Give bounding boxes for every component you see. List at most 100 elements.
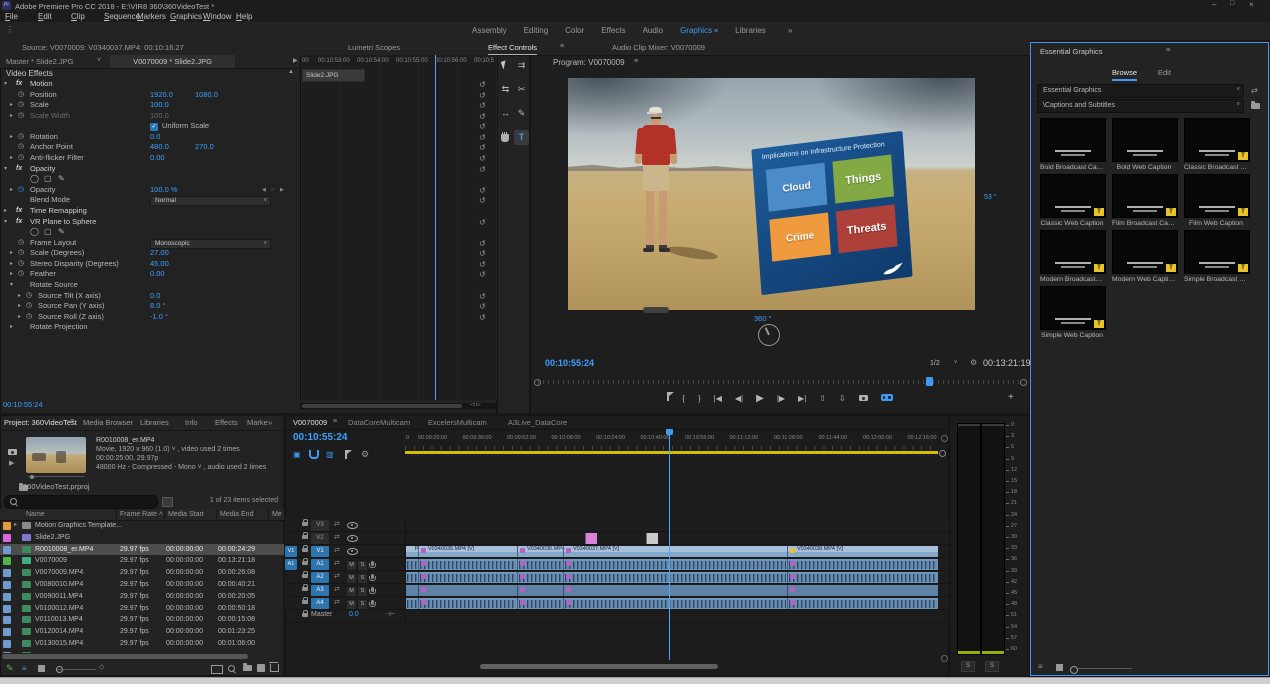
label-color-swatch[interactable] <box>3 557 11 566</box>
sync-lock-icon[interactable]: ⇄ <box>334 533 340 541</box>
play-button[interactable]: ▶ <box>756 392 764 406</box>
lock-toggle[interactable] <box>302 584 308 591</box>
mute-button[interactable]: M <box>346 559 357 571</box>
tool-type[interactable]: T <box>514 130 529 145</box>
uniform-scale-checkbox[interactable]: ✓ <box>150 122 158 131</box>
thumbnail-view-icon[interactable] <box>1056 664 1063 671</box>
close-button[interactable]: × <box>1249 0 1254 9</box>
project-tab-1[interactable]: Media Browser <box>83 418 133 427</box>
source-patch-V1[interactable]: V1 <box>285 545 297 557</box>
project-hscrollbar[interactable] <box>2 654 248 659</box>
clip-audio[interactable] <box>405 571 418 583</box>
item-name[interactable]: V0070009 <box>35 555 67 567</box>
program-scrubber[interactable] <box>534 377 1027 386</box>
item-name[interactable]: R0010008_er.MP4 <box>35 544 93 556</box>
track-name-A3[interactable]: A3 <box>311 584 329 596</box>
template-thumbnail[interactable]: T <box>1040 286 1106 330</box>
solo-button[interactable]: S <box>357 559 368 571</box>
clip-audio[interactable] <box>418 597 517 609</box>
stopwatch-icon[interactable]: ◷ <box>26 312 32 323</box>
clip-video[interactable]: V0340035.MP4 [V] <box>418 545 517 557</box>
stopwatch-icon[interactable]: ◷ <box>18 185 24 196</box>
sync-lock-icon[interactable]: ⇄ <box>334 520 340 528</box>
keyframe-add-icon[interactable]: ○ <box>271 185 274 196</box>
ec-subsection-label[interactable]: Rotate Projection <box>30 322 88 333</box>
label-color-swatch[interactable] <box>3 522 11 530</box>
ec-row-Uniform Scale[interactable]: ✓ Uniform Scale ↺ <box>0 121 497 132</box>
ec-value[interactable]: 100.0 <box>150 100 169 111</box>
delete-icon[interactable] <box>269 662 279 672</box>
clip-audio[interactable] <box>563 571 787 583</box>
menu-graphics[interactable]: Graphics <box>170 12 202 21</box>
clip-graphic[interactable] <box>646 532 658 544</box>
tool-selection[interactable] <box>498 58 513 73</box>
twirl-icon[interactable]: ▾ <box>4 79 7 90</box>
voiceover-mic-icon[interactable] <box>369 600 376 607</box>
track-name-A2[interactable]: A2 <box>311 571 329 583</box>
clip-audio[interactable] <box>787 597 938 609</box>
master-level-value[interactable]: 0.0 <box>349 611 359 618</box>
clip-audio[interactable] <box>517 597 563 609</box>
template-item[interactable]: T Simple Broadcast Capti... <box>1184 230 1250 283</box>
icon-view-icon[interactable] <box>38 665 45 672</box>
column-frame-rate[interactable]: Frame Rate ˄ <box>120 511 163 518</box>
ec-row-Motion[interactable]: ▾ fx Motion ↺ <box>0 79 497 90</box>
project-row[interactable]: V0070009 29.97 fps 00:00:00:00 00:13:21:18 <box>0 555 284 567</box>
template-item[interactable]: T Modern Broadcast Capt... <box>1040 230 1106 283</box>
ec-row-Source Pan (Y axis)[interactable]: ▸ ◷ Source Pan (Y axis) 8.0 ° ↺ <box>0 301 497 312</box>
project-tabs-overflow[interactable]: » <box>268 418 272 427</box>
panel-tab-0[interactable]: Source: V0070009: V0340037.MP4: 00:10:16… <box>22 43 184 52</box>
ec-row-Scale Width[interactable]: ▸ ◷ Scale Width 100.0 ↺ <box>0 111 497 122</box>
ec-row-Source Tilt (X axis)[interactable]: ▸ ◷ Source Tilt (X axis) 0.0 ↺ <box>0 291 497 302</box>
clip-audio[interactable] <box>517 558 563 570</box>
ec-row-Rotate Projection[interactable]: ▸ Rotate Projection <box>0 322 497 333</box>
ec-scrollbar[interactable] <box>300 403 497 409</box>
collapse-icon[interactable]: ▲ <box>288 69 294 75</box>
add-marker-button[interactable] <box>667 392 675 406</box>
vr-pan-value[interactable]: 360 ° <box>754 314 772 323</box>
vr-orientation-dial[interactable] <box>758 324 780 346</box>
workspace-tab-assembly[interactable]: Assembly <box>472 26 507 35</box>
project-row[interactable]: V0130015.MP4 29.97 fps 00:00:00:00 00:01:06… <box>0 638 284 650</box>
ec-value[interactable]: 0.0 <box>150 291 160 302</box>
ec-row-Opacity[interactable]: ▾ fx Opacity ↺ <box>0 164 497 175</box>
new-bin-icon[interactable] <box>243 663 252 671</box>
mute-button[interactable]: M <box>346 572 357 584</box>
stopwatch-icon[interactable]: ◷ <box>18 248 24 259</box>
ec-effect-label[interactable]: Time Remapping <box>30 206 87 217</box>
lock-toggle[interactable] <box>302 597 308 604</box>
mute-button[interactable]: M <box>346 585 357 597</box>
program-playhead[interactable] <box>926 377 933 386</box>
ec-row-Blend Mode[interactable]: Blend Mode Normal ˅ ↺ <box>0 195 497 207</box>
timeline-vscroll-bottom[interactable] <box>941 655 948 662</box>
ec-effect-label[interactable]: Motion <box>30 79 53 90</box>
tool-slip[interactable]: ↔ <box>498 106 513 121</box>
stopwatch-icon[interactable]: ◷ <box>18 111 24 122</box>
panel-tab-3[interactable]: Audio Clip Mixer: V0070009 <box>612 43 705 52</box>
thumb-zoom-slider[interactable] <box>1070 665 1132 674</box>
column-media-end[interactable]: Media End <box>220 511 253 518</box>
label-color-swatch[interactable] <box>3 616 11 625</box>
tool-hand[interactable] <box>498 130 513 145</box>
twirl-icon[interactable]: ▸ <box>10 248 13 259</box>
template-item[interactable]: T Film Broadcast Caption <box>1112 174 1178 227</box>
lock-toggle[interactable] <box>302 571 308 578</box>
item-name[interactable]: Slide2.JPG <box>35 532 70 544</box>
voiceover-mic-icon[interactable] <box>369 574 376 581</box>
ec-row-Rotation[interactable]: ▸ ◷ Rotation 0.0 ↺ <box>0 132 497 143</box>
item-name[interactable]: V0080010.MP4 <box>35 579 83 591</box>
ec-row-Rotate Source[interactable]: ▾ Rotate Source <box>0 280 497 291</box>
program-settings-wrench-icon[interactable]: ⚙ <box>970 358 977 367</box>
step-forward-button[interactable]: |▶ <box>777 392 785 406</box>
column-me[interactable]: Me <box>272 511 282 518</box>
stopwatch-icon[interactable]: ◷ <box>18 153 24 164</box>
item-name[interactable]: V0120014.MP4 <box>35 626 83 638</box>
ec-value[interactable]: 100.0 <box>150 111 169 122</box>
mask-ellipse-icon[interactable]: ◯ <box>30 227 39 238</box>
go-to-out-button[interactable]: ▶| <box>798 392 806 406</box>
chevron-down-icon[interactable]: ˅ <box>954 360 958 366</box>
solo-button[interactable]: S <box>357 598 368 610</box>
workspace-tab-graphics[interactable]: Graphics ≡ <box>680 26 718 35</box>
twirl-icon[interactable]: ▸ <box>10 111 13 122</box>
solo-left-button[interactable]: S <box>961 661 975 672</box>
